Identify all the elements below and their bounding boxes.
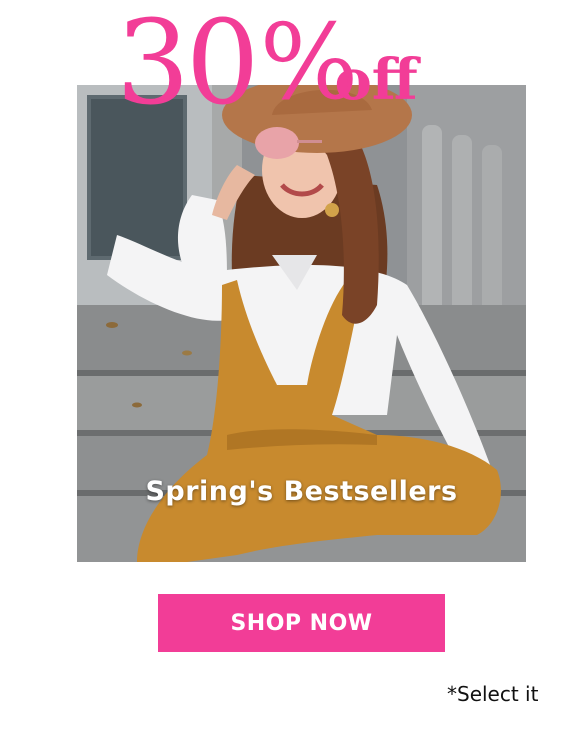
discount-headline: 30%off [116, 0, 418, 135]
shop-now-button[interactable]: SHOP NOW [158, 594, 445, 652]
select-footnote: *Select it [447, 682, 539, 706]
hero-caption: Spring's Bestsellers [145, 476, 458, 507]
discount-number: 30 [116, 0, 260, 131]
discount-suffix: off [334, 47, 418, 113]
